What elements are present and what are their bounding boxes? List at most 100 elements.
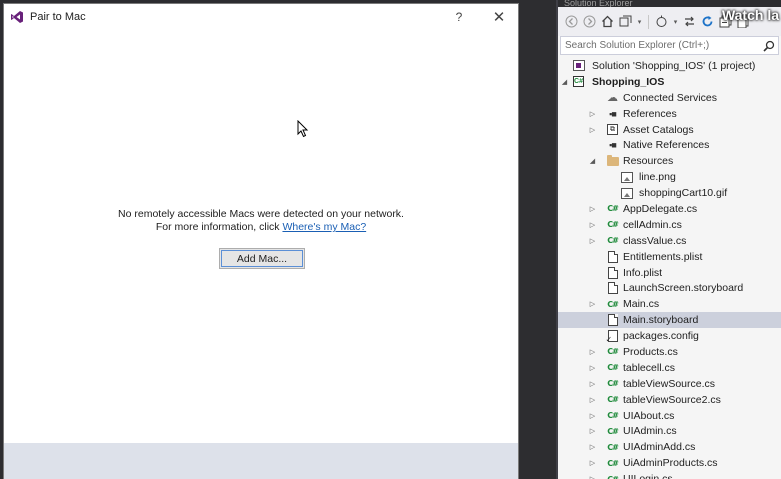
csharp-file-icon: C# bbox=[607, 363, 619, 373]
tree-item[interactable]: ▷ C# tablecell.cs bbox=[558, 360, 781, 376]
tree-item-label: AppDelegate.cs bbox=[623, 202, 698, 215]
collapsed-arrow-icon[interactable]: ▷ bbox=[588, 459, 597, 468]
forward-icon[interactable] bbox=[582, 14, 597, 29]
tree-item[interactable]: ▷ C# tableViewSource2.cs bbox=[558, 392, 781, 408]
csharp-file-icon: C# bbox=[607, 426, 619, 436]
help-button[interactable]: ? bbox=[446, 7, 472, 27]
tree-item-label: Main.cs bbox=[623, 298, 660, 311]
solution-explorer-search[interactable] bbox=[560, 36, 779, 55]
solution-tree: Solution 'Shopping_IOS' (1 project) ◢ C# Sh… bbox=[558, 58, 781, 479]
collapsed-arrow-icon[interactable]: ▷ bbox=[588, 125, 597, 134]
tree-item[interactable]: ◢ Resources bbox=[558, 153, 781, 169]
collapsed-arrow-icon[interactable]: ▷ bbox=[588, 347, 597, 356]
tree-item[interactable]: ▷ C# tableViewSource.cs bbox=[558, 376, 781, 392]
tree-item-label: Entitlements.plist bbox=[623, 250, 703, 263]
collapsed-arrow-icon[interactable]: ▷ bbox=[588, 109, 597, 118]
tree-item[interactable]: Main.storyboard bbox=[558, 312, 781, 329]
connected-services-icon: ☁ bbox=[607, 92, 618, 105]
dialog-title: Pair to Mac bbox=[30, 11, 86, 23]
tree-item[interactable]: Entitlements.plist bbox=[558, 249, 781, 265]
expanded-arrow-icon[interactable]: ◢ bbox=[588, 157, 597, 166]
tree-item-label: Asset Catalogs bbox=[623, 123, 694, 136]
add-mac-button[interactable]: Add Mac... bbox=[219, 248, 305, 269]
tree-item[interactable]: line.png bbox=[558, 169, 781, 185]
collapsed-arrow-icon[interactable]: ▷ bbox=[588, 411, 597, 420]
tree-item[interactable]: Solution 'Shopping_IOS' (1 project) bbox=[558, 58, 781, 74]
home-icon[interactable] bbox=[600, 14, 615, 29]
tree-item-label: Shopping_IOS bbox=[592, 75, 665, 88]
expanded-arrow-icon[interactable]: ◢ bbox=[560, 77, 569, 86]
tree-item[interactable]: ◢ C# Shopping_IOS bbox=[558, 74, 781, 90]
collapsed-arrow-icon[interactable]: ▷ bbox=[588, 300, 597, 309]
tree-item[interactable]: ▷ C# UILogin.cs bbox=[558, 471, 781, 479]
tree-item[interactable]: ▷ C# cellAdmin.cs bbox=[558, 217, 781, 233]
tree-item[interactable]: ▷ ▪■ References bbox=[558, 106, 781, 122]
tree-item[interactable]: ▷ C# AppDelegate.cs bbox=[558, 201, 781, 217]
tree-item[interactable]: shoppingCart10.gif bbox=[558, 185, 781, 201]
pair-to-mac-dialog: Pair to Mac ? ✕ No remotely accessible M… bbox=[3, 3, 519, 479]
collapsed-arrow-icon[interactable]: ▷ bbox=[588, 427, 597, 436]
tree-item[interactable]: LaunchScreen.storyboard bbox=[558, 280, 781, 296]
dropdown-arrow-icon[interactable]: ▾ bbox=[672, 14, 679, 29]
tree-item[interactable]: ▷ C# UIAdmin.cs bbox=[558, 423, 781, 439]
tree-item[interactable]: ▷ C# classValue.cs bbox=[558, 233, 781, 249]
tree-item-label: line.png bbox=[639, 171, 676, 184]
image-file-icon bbox=[620, 171, 633, 184]
tree-item-label: Native References bbox=[623, 139, 710, 152]
refresh-icon[interactable] bbox=[700, 14, 715, 29]
tree-item-label: packages.config bbox=[623, 330, 699, 343]
collapsed-arrow-icon[interactable]: ▷ bbox=[588, 236, 597, 245]
tree-item[interactable]: ☁ Connected Services bbox=[558, 90, 781, 106]
back-icon[interactable] bbox=[564, 14, 579, 29]
document-icon bbox=[606, 282, 619, 295]
sync-with-active-document-icon[interactable] bbox=[682, 14, 697, 29]
tree-item[interactable]: ▷ C# UIAdminAdd.cs bbox=[558, 439, 781, 455]
document-icon bbox=[606, 266, 619, 279]
solution-explorer-title: Solution Explorer bbox=[558, 0, 781, 7]
collapsed-arrow-icon[interactable]: ▷ bbox=[588, 395, 597, 404]
tree-item-label: Connected Services bbox=[623, 91, 717, 104]
csharp-file-icon: C# bbox=[607, 458, 619, 468]
search-icon[interactable] bbox=[760, 37, 778, 54]
switch-views-icon[interactable] bbox=[618, 14, 633, 29]
asset-catalog-icon: ⧉ bbox=[606, 123, 619, 136]
tree-item[interactable]: packages.config bbox=[558, 328, 781, 344]
search-input[interactable] bbox=[561, 40, 760, 51]
csharp-file-icon: C# bbox=[607, 347, 619, 357]
csharp-file-icon: C# bbox=[607, 299, 619, 309]
tree-item[interactable]: ▷ C# UiAdminProducts.cs bbox=[558, 455, 781, 471]
tree-item[interactable]: ▪■ Native References bbox=[558, 137, 781, 153]
tree-item-label: Info.plist bbox=[623, 266, 663, 279]
dialog-body: No remotely accessible Macs were detecte… bbox=[4, 30, 518, 442]
pending-changes-filter-icon[interactable] bbox=[654, 14, 669, 29]
collapsed-arrow-icon[interactable]: ▷ bbox=[588, 475, 597, 479]
tree-item-label: shoppingCart10.gif bbox=[639, 187, 728, 200]
tree-item[interactable]: ▷ C# Products.cs bbox=[558, 344, 781, 360]
video-overlay-text: Watch la bbox=[721, 7, 779, 23]
tree-item[interactable]: ▷ C# Main.cs bbox=[558, 296, 781, 312]
no-macs-message-line1: No remotely accessible Macs were detecte… bbox=[118, 208, 404, 220]
dropdown-arrow-icon[interactable]: ▾ bbox=[636, 14, 643, 29]
references-icon: ▪■ bbox=[609, 108, 617, 119]
csharp-file-icon: C# bbox=[607, 379, 619, 389]
csharp-file-icon: C# bbox=[606, 473, 619, 479]
csharp-file-icon: C# bbox=[607, 442, 619, 452]
tree-item[interactable]: Info.plist bbox=[558, 265, 781, 281]
collapsed-arrow-icon[interactable]: ▷ bbox=[588, 363, 597, 372]
tree-item-label: Resources bbox=[623, 155, 674, 168]
collapsed-arrow-icon[interactable]: ▷ bbox=[588, 220, 597, 229]
tree-item[interactable]: ▷ ⧉ Asset Catalogs bbox=[558, 122, 781, 138]
collapsed-arrow-icon[interactable]: ▷ bbox=[588, 443, 597, 452]
tree-item-label: References bbox=[623, 107, 677, 120]
no-macs-message: No remotely accessible Macs were detecte… bbox=[4, 208, 518, 234]
collapsed-arrow-icon[interactable]: ▷ bbox=[588, 204, 597, 213]
wheres-my-mac-link[interactable]: Where's my Mac? bbox=[282, 221, 366, 233]
mouse-pointer-icon bbox=[297, 120, 309, 138]
tree-item-label: Main.storyboard bbox=[623, 314, 699, 327]
dialog-titlebar: Pair to Mac ? ✕ bbox=[4, 4, 518, 30]
csharp-file-icon: C# bbox=[607, 395, 619, 405]
close-button[interactable]: ✕ bbox=[486, 7, 512, 27]
csharp-file-icon: C# bbox=[607, 220, 619, 230]
tree-item[interactable]: ▷ C# UIAbout.cs bbox=[558, 408, 781, 424]
collapsed-arrow-icon[interactable]: ▷ bbox=[588, 379, 597, 388]
